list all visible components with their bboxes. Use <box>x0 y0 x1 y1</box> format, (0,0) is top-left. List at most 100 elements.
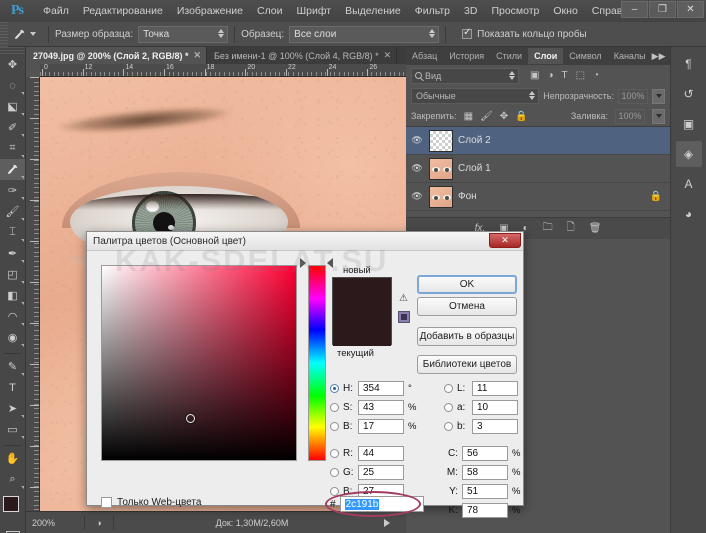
radio-h[interactable] <box>330 383 339 393</box>
collapse-panel-icon[interactable]: ▶▶ <box>652 51 666 62</box>
tool-preset-chevron-down-icon[interactable] <box>30 32 36 36</box>
paragraph-icon[interactable]: ¶ <box>676 51 702 77</box>
close-button[interactable]: ✕ <box>677 1 704 18</box>
hue-slider-marker-right[interactable] <box>327 258 333 268</box>
tool-clone-stamp[interactable]: ⌶ <box>0 222 25 243</box>
out-of-gamut-warning-icon[interactable]: ⚠ <box>399 293 410 304</box>
close-icon[interactable]: ✕ <box>193 50 201 61</box>
hex-input[interactable]: 2c191b <box>339 496 424 512</box>
input-lab-b[interactable]: 3 <box>472 418 518 434</box>
tool-quick-select[interactable]: ✐ <box>0 117 25 138</box>
field-row-g[interactable]: G: 25 <box>330 463 420 481</box>
tool-blur[interactable]: ◠ <box>0 306 25 327</box>
spinner-icon[interactable] <box>529 91 536 100</box>
ok-button[interactable]: OK <box>417 275 517 294</box>
menu-window[interactable]: Окно <box>546 2 584 20</box>
menu-layers[interactable]: Слои <box>250 2 290 20</box>
layers-icon[interactable]: ◈ <box>675 141 702 167</box>
menu-file[interactable]: Файл <box>36 2 76 20</box>
tool-eyedropper[interactable] <box>0 159 25 180</box>
layer-filter-select[interactable]: Вид <box>411 67 519 84</box>
layer-thumbnail[interactable] <box>429 185 453 208</box>
horizontal-ruler[interactable]: 0 12 14 16 18 20 22 24 26 <box>40 64 406 77</box>
new-layer-icon[interactable]: 🗋 <box>567 220 575 237</box>
quick-mask-button[interactable] <box>0 528 25 533</box>
table-row[interactable]: 👁 Фон 🔒 <box>406 183 670 211</box>
delete-layer-icon[interactable]: 🗑 <box>589 223 602 234</box>
input-k[interactable]: 78 <box>462 502 508 518</box>
tool-rectangle[interactable]: ▭ <box>0 419 25 440</box>
tool-brush[interactable]: 🖌 <box>0 201 25 222</box>
cancel-button[interactable]: Отмена <box>417 297 517 316</box>
group-icon[interactable]: 🗀 <box>543 220 553 237</box>
color-libraries-button[interactable]: Библиотеки цветов <box>417 355 517 374</box>
field-row-m[interactable]: M: 58 % <box>444 463 534 481</box>
field-row-h[interactable]: H: 354 ° <box>330 379 420 397</box>
fill-value[interactable]: 100% <box>615 108 645 124</box>
tool-lasso[interactable]: ⬕ <box>0 96 25 117</box>
tool-marquee[interactable]: ◌ <box>0 75 25 96</box>
input-m[interactable]: 58 <box>462 464 508 480</box>
color-field-marker[interactable] <box>186 414 195 423</box>
add-to-swatches-button[interactable]: Добавить в образцы <box>417 327 517 346</box>
tab-channels[interactable]: Каналы <box>608 48 652 64</box>
input-h[interactable]: 354 <box>358 380 404 396</box>
new-color-swatch[interactable] <box>333 278 391 312</box>
opacity-value[interactable]: 100% <box>618 88 648 104</box>
tab-paragraph[interactable]: Абзац <box>406 48 443 64</box>
field-row-l[interactable]: L: 11 <box>444 379 534 397</box>
lock-position-icon[interactable]: ✥ <box>500 111 508 122</box>
radio-g[interactable] <box>330 467 339 477</box>
menu-select[interactable]: Выделение <box>338 2 408 20</box>
input-l[interactable]: 11 <box>472 380 518 396</box>
hue-slider-marker-left[interactable] <box>300 258 306 268</box>
radio-r[interactable] <box>330 448 339 458</box>
document-tab-27049[interactable]: 27049.jpg @ 200% (Слой 2, RGB/8) * ✕ <box>26 47 208 64</box>
tool-pen[interactable]: ✎ <box>0 356 25 377</box>
document-tab-untitled1[interactable]: Без имени-1 @ 100% (Слой 4, RGB/8) * ✕ <box>207 47 398 64</box>
field-row-y[interactable]: Y: 51 % <box>444 482 534 500</box>
field-row-b-brightness[interactable]: B: 17 % <box>330 417 420 435</box>
adjustment-filter-icon[interactable]: ◑ <box>547 70 553 81</box>
layer-thumbnail[interactable] <box>429 129 453 152</box>
spinner-icon[interactable] <box>509 70 515 80</box>
tool-path-selection[interactable]: ➤ <box>0 398 25 419</box>
menu-image[interactable]: Изображение <box>170 2 250 20</box>
zoom-level[interactable]: 200% <box>26 518 78 528</box>
field-row-s[interactable]: S: 43 % <box>330 398 420 416</box>
toolbox-grip[interactable] <box>0 47 25 54</box>
tool-move[interactable]: ✥ <box>0 54 25 75</box>
radio-lab-b[interactable] <box>444 421 453 431</box>
show-sampling-ring-checkbox[interactable]: Показать кольцо пробы <box>462 27 592 40</box>
lock-image-icon[interactable]: 🖌 <box>480 111 493 122</box>
minimize-button[interactable]: – <box>621 1 648 18</box>
tab-character[interactable]: Символ <box>563 48 607 64</box>
radio-l[interactable] <box>444 383 453 393</box>
radio-b-blue[interactable] <box>330 486 339 496</box>
maximize-button[interactable]: ❐ <box>649 1 676 18</box>
status-expand-icon[interactable] <box>384 518 390 527</box>
input-b-brightness[interactable]: 17 <box>358 418 404 434</box>
input-r[interactable]: 44 <box>358 445 404 461</box>
actions-icon[interactable]: ▣ <box>676 111 702 137</box>
tab-layers[interactable]: Слои <box>528 48 564 64</box>
eye-visibility-icon[interactable]: 👁 <box>410 135 424 146</box>
tool-crop[interactable]: ⌗ <box>0 138 25 159</box>
field-row-lab-b[interactable]: b: 3 <box>444 417 534 435</box>
status-info-icon[interactable]: ◑ <box>91 518 107 528</box>
lock-transparent-icon[interactable]: ▦ <box>464 111 473 122</box>
adjustments-icon[interactable]: ◕ <box>676 201 702 227</box>
radio-a[interactable] <box>444 402 453 412</box>
fill-chevron-down-icon[interactable] <box>652 108 665 124</box>
vertical-ruler[interactable] <box>26 77 40 511</box>
spinner-icon[interactable] <box>218 28 225 38</box>
field-row-r[interactable]: R: 44 <box>330 444 420 462</box>
tool-hand[interactable]: ✋ <box>0 448 25 469</box>
field-row-k[interactable]: K: 78 % <box>444 501 534 519</box>
menu-3d[interactable]: 3D <box>457 2 484 20</box>
input-s[interactable]: 43 <box>358 399 404 415</box>
blend-mode-select[interactable]: Обычные <box>411 88 540 104</box>
menu-filter[interactable]: Фильтр <box>408 2 457 20</box>
sample-select[interactable]: Все слои <box>289 25 440 43</box>
tab-history[interactable]: История <box>443 48 490 64</box>
